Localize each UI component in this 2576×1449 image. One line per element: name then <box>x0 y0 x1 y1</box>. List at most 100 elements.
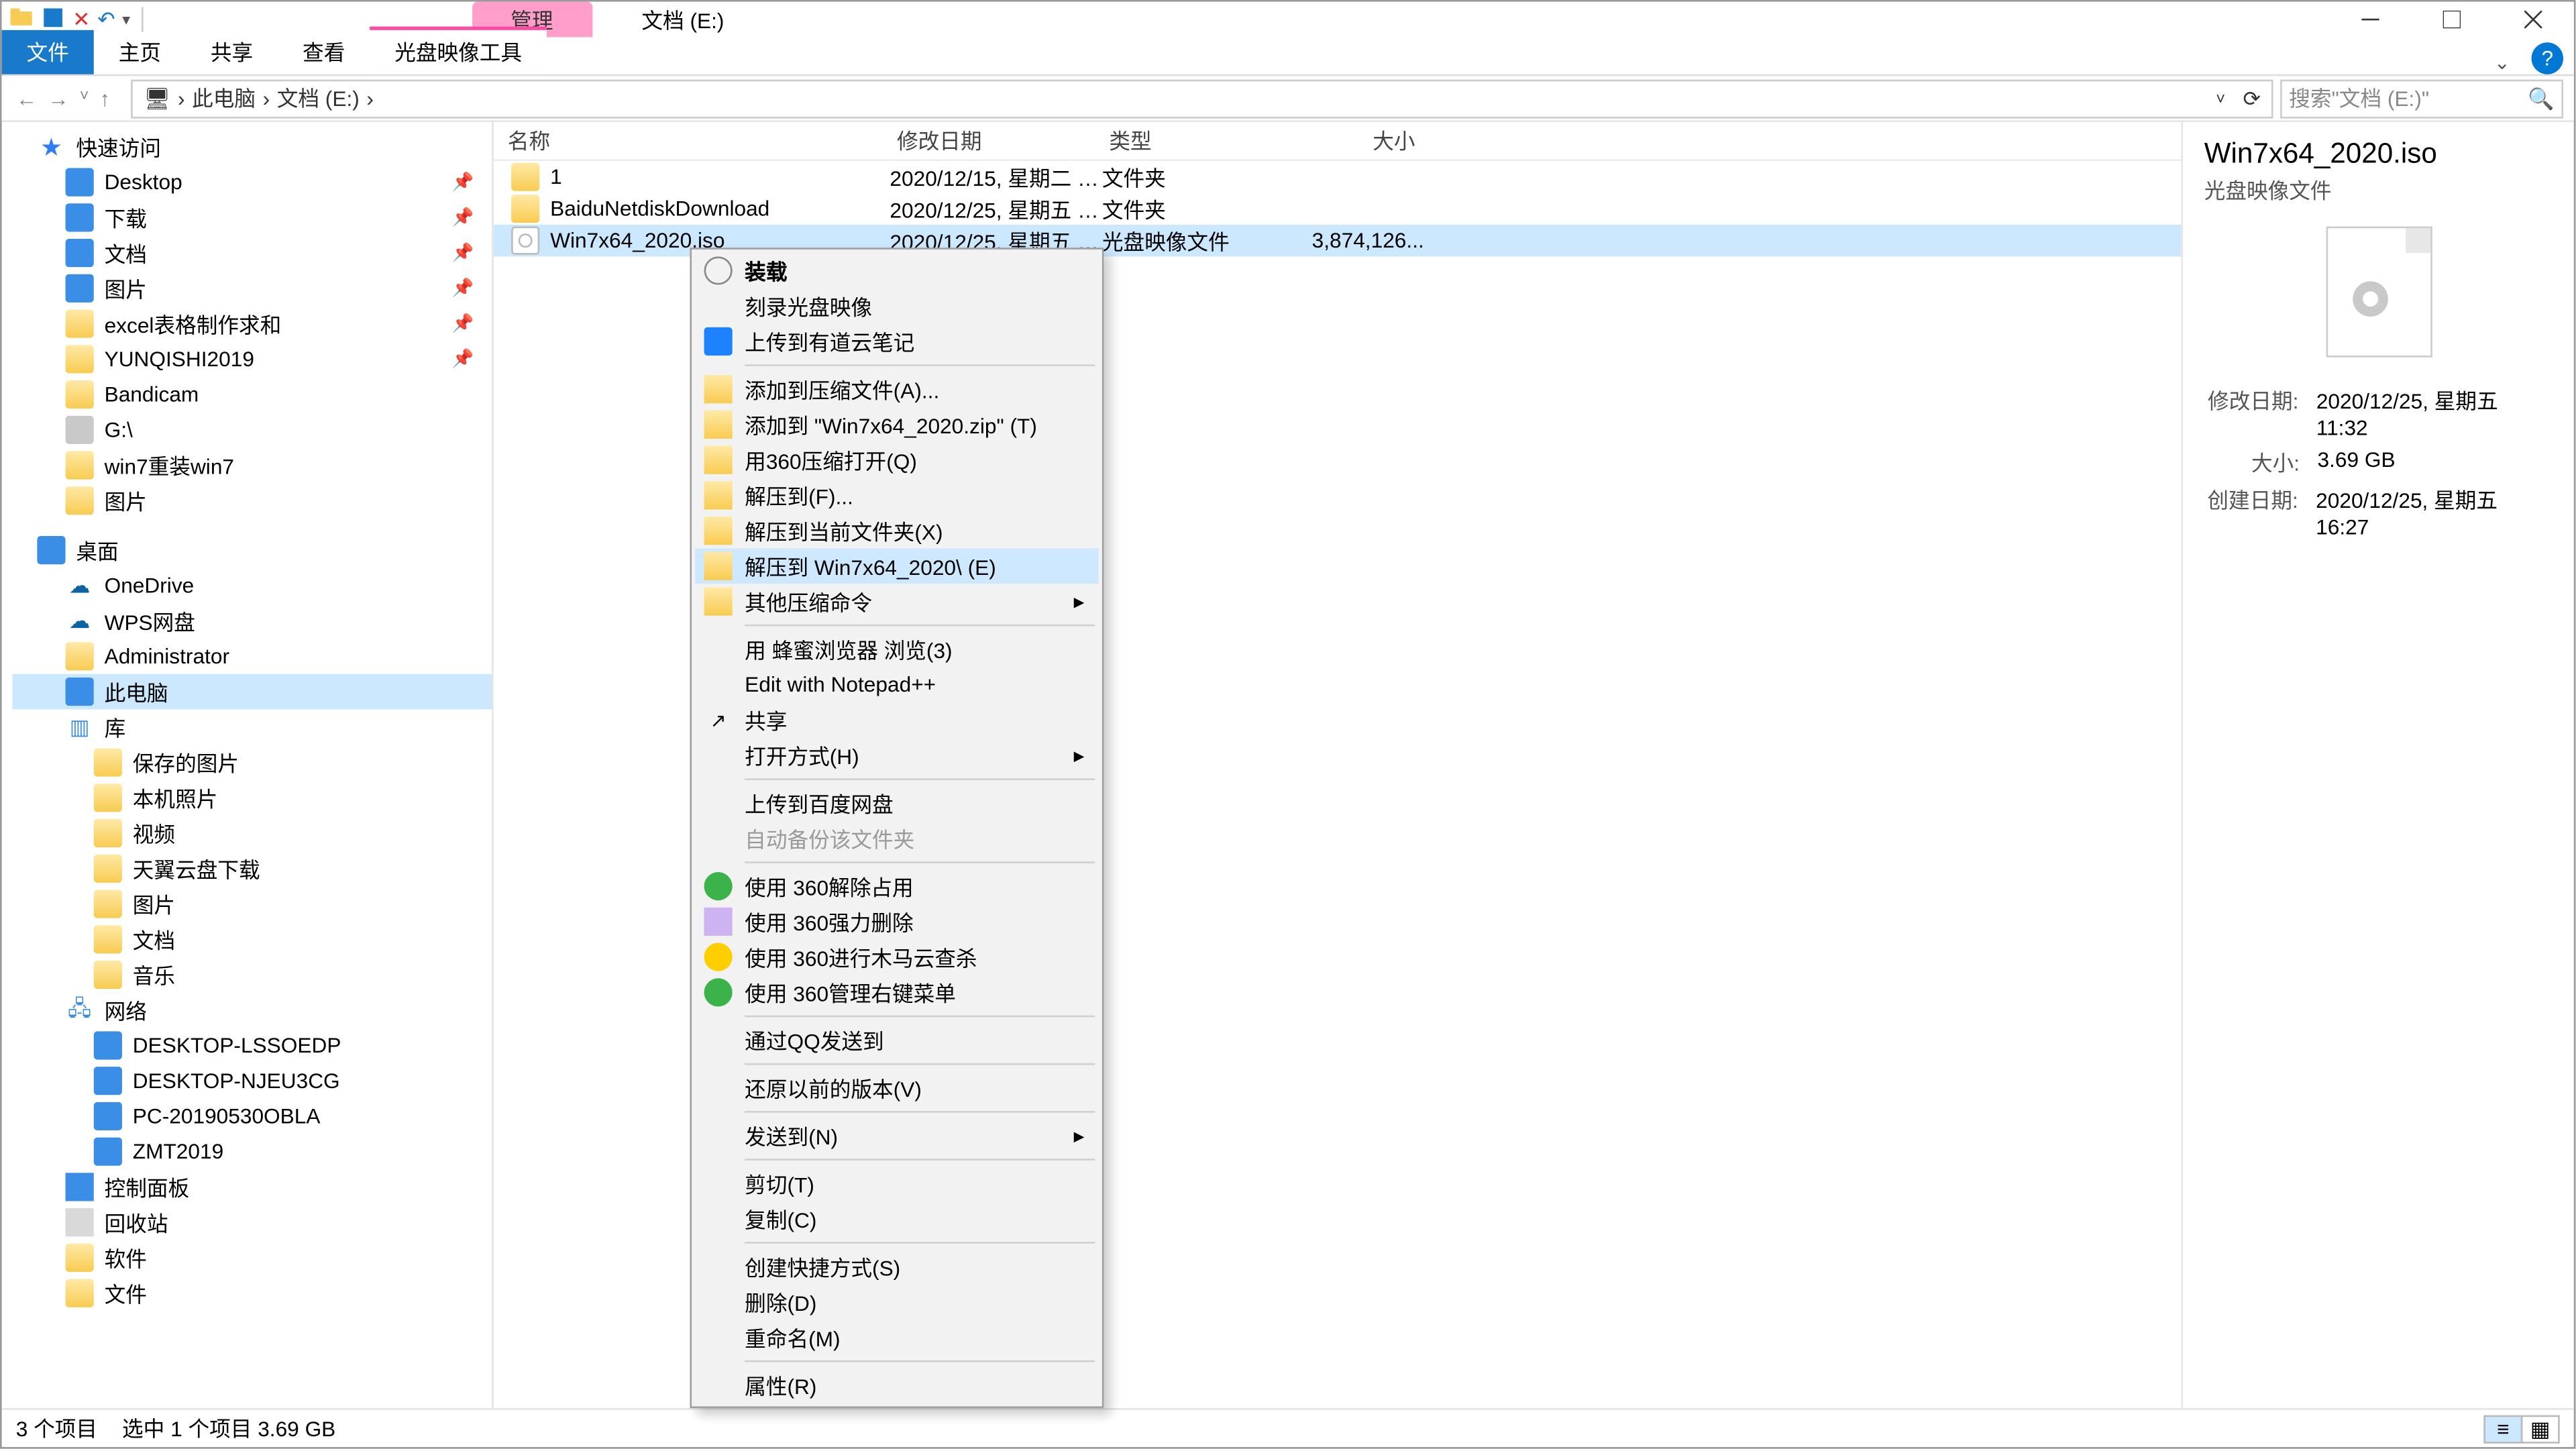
maximize-button[interactable] <box>2411 2 2492 38</box>
col-date[interactable]: 修改日期 <box>883 125 1095 156</box>
col-size[interactable]: 大小 <box>1272 125 1431 156</box>
tree-yunqishi[interactable]: YUNQISHI2019 <box>12 341 492 377</box>
tree-tianyi[interactable]: 天翼云盘下载 <box>12 851 492 886</box>
context-menu-item[interactable]: 解压到(F)... <box>695 478 1098 513</box>
tree-pics[interactable]: 图片 <box>12 270 492 306</box>
column-headers[interactable]: 名称 修改日期 类型 大小 <box>494 122 2182 161</box>
col-name[interactable]: 名称 <box>494 125 883 156</box>
context-menu-item[interactable]: 刻录光盘映像 <box>695 288 1098 324</box>
tree-soft[interactable]: 软件 <box>12 1240 492 1276</box>
context-menu-item[interactable]: 重命名(M) <box>695 1320 1098 1355</box>
cloud-icon: ☁ <box>66 572 94 600</box>
user-icon <box>66 642 94 670</box>
tree-quick-access[interactable]: ★快速访问 <box>12 129 492 165</box>
crumb-dropdown-icon[interactable]: ˅ <box>2216 89 2225 107</box>
nav-back-icon[interactable]: ← <box>16 86 38 111</box>
tree-doc2[interactable]: 文档 <box>12 922 492 957</box>
tree-network[interactable]: 🖧网络 <box>12 992 492 1028</box>
tree-pic2[interactable]: 图片 <box>12 886 492 922</box>
qat-dropdown-icon[interactable]: ▾ <box>122 10 130 30</box>
nav-forward-icon[interactable]: → <box>48 86 69 111</box>
context-menu-item[interactable]: 添加到压缩文件(A)... <box>695 372 1098 407</box>
tree-savedpic[interactable]: 保存的图片 <box>12 745 492 780</box>
context-menu-item[interactable]: 属性(R) <box>695 1367 1098 1403</box>
tree-music[interactable]: 音乐 <box>12 957 492 993</box>
context-menu-item[interactable]: 上传到有道云笔记 <box>695 324 1098 360</box>
context-menu-item[interactable]: 删除(D) <box>695 1284 1098 1320</box>
nav-recent-icon[interactable]: ˅ <box>80 86 89 111</box>
context-menu-item[interactable]: 添加到 "Win7x64_2020.zip" (T) <box>695 407 1098 443</box>
search-input[interactable]: 搜索"文档 (E:)" 🔍 <box>2280 78 2563 117</box>
nav-up-icon[interactable]: ↑ <box>99 86 110 111</box>
tree-wps[interactable]: ☁WPS网盘 <box>12 603 492 639</box>
tree-recycle[interactable]: 回收站 <box>12 1205 492 1240</box>
qat-delete-icon[interactable]: ✕ <box>72 7 91 32</box>
context-menu-item[interactable]: 剪切(T) <box>695 1166 1098 1201</box>
ribbon-share[interactable]: 共享 <box>186 30 278 74</box>
ribbon: 文件 主页 共享 查看 光盘映像工具 ⌄ ? <box>2 37 2574 76</box>
tree-thispc[interactable]: 此电脑 <box>12 674 492 710</box>
context-menu-item[interactable]: 打开方式(H)▸ <box>695 738 1098 773</box>
context-menu-item[interactable]: 装载 <box>695 253 1098 288</box>
tree-downloads[interactable]: 下载 <box>12 200 492 235</box>
folder-icon <box>66 274 94 303</box>
tree-docs[interactable]: 文档 <box>12 235 492 271</box>
ribbon-disc-tools[interactable]: 光盘映像工具 <box>370 27 547 74</box>
context-menu-item[interactable]: 使用 360强力删除 <box>695 904 1098 940</box>
tree-desktop[interactable]: Desktop <box>12 164 492 200</box>
context-menu-item[interactable]: 复制(C) <box>695 1201 1098 1237</box>
crumb-pc[interactable]: 此电脑 <box>192 83 256 113</box>
context-menu-item[interactable]: 共享 <box>695 702 1098 738</box>
tree-lib[interactable]: ▥库 <box>12 709 492 745</box>
ribbon-home[interactable]: 主页 <box>94 30 186 74</box>
nav-pane[interactable]: ★快速访问 Desktop 下载 文档 图片 excel表格制作求和 YUNQI… <box>2 122 494 1408</box>
tree-n3[interactable]: PC-20190530OBLA <box>12 1099 492 1134</box>
preview-title: Win7x64_2020.iso <box>2204 140 2553 171</box>
context-menu-item[interactable]: 其他压缩命令▸ <box>695 584 1098 619</box>
tree-excel[interactable]: excel表格制作求和 <box>12 306 492 341</box>
refresh-icon[interactable]: ⟳ <box>2243 86 2261 111</box>
close-button[interactable] <box>2493 2 2574 38</box>
context-menu-item[interactable]: 上传到百度网盘 <box>695 786 1098 821</box>
ribbon-view[interactable]: 查看 <box>278 30 370 74</box>
context-menu-item[interactable]: 用360压缩打开(Q) <box>695 442 1098 478</box>
tree-tupian[interactable]: 图片 <box>12 483 492 519</box>
tree-admin[interactable]: Administrator <box>12 639 492 674</box>
view-large-icon[interactable]: ▦ <box>2521 1414 2560 1442</box>
tree-onedrive[interactable]: ☁OneDrive <box>12 568 492 603</box>
tree-localpic[interactable]: 本机照片 <box>12 780 492 816</box>
context-menu-item[interactable]: 通过QQ发送到 <box>695 1022 1098 1058</box>
tree-n2[interactable]: DESKTOP-NJEU3CG <box>12 1063 492 1099</box>
tree-g[interactable]: G:\ <box>12 412 492 447</box>
file-row[interactable]: 1 2020/12/15, 星期二 1... 文件夹 <box>494 161 2182 193</box>
search-icon[interactable]: 🔍 <box>2528 86 2554 111</box>
col-type[interactable]: 类型 <box>1095 125 1272 156</box>
tree-files[interactable]: 文件 <box>12 1275 492 1311</box>
context-menu-item[interactable]: 使用 360解除占用 <box>695 869 1098 904</box>
file-row[interactable]: BaiduNetdiskDownload 2020/12/25, 星期五 1..… <box>494 193 2182 224</box>
context-menu-item[interactable]: 还原以前的版本(V) <box>695 1070 1098 1106</box>
minimize-button[interactable] <box>2330 2 2411 38</box>
tree-control[interactable]: 控制面板 <box>12 1169 492 1205</box>
breadcrumb[interactable]: 🖥 › 此电脑 › 文档 (E:) › ˅ ⟳ <box>131 78 2273 117</box>
context-menu-item[interactable]: 解压到当前文件夹(X) <box>695 513 1098 549</box>
tree-desktop-root[interactable]: 桌面 <box>12 533 492 568</box>
view-details-icon[interactable]: ≡ <box>2483 1414 2522 1442</box>
context-menu-item[interactable]: 使用 360管理右键菜单 <box>695 975 1098 1010</box>
qat-undo-icon[interactable]: ↶ <box>97 7 115 32</box>
tree-bandicam[interactable]: Bandicam <box>12 377 492 413</box>
tree-win7[interactable]: win7重装win7 <box>12 447 492 483</box>
context-menu-item[interactable]: 使用 360进行木马云查杀 <box>695 939 1098 975</box>
ribbon-file[interactable]: 文件 <box>2 30 94 74</box>
tree-n1[interactable]: DESKTOP-LSSOEDP <box>12 1028 492 1063</box>
context-menu-item[interactable]: 发送到(N)▸ <box>695 1118 1098 1154</box>
ribbon-expand-icon[interactable]: ⌄ <box>2483 51 2521 74</box>
tree-n4[interactable]: ZMT2019 <box>12 1134 492 1169</box>
help-icon[interactable]: ? <box>2532 42 2563 74</box>
tree-video[interactable]: 视频 <box>12 816 492 851</box>
context-menu-item[interactable]: 解压到 Win7x64_2020\ (E) <box>695 548 1098 584</box>
context-menu-item[interactable]: 创建快捷方式(S) <box>695 1249 1098 1285</box>
crumb-loc[interactable]: 文档 (E:) <box>277 83 360 113</box>
context-menu-item[interactable]: Edit with Notepad++ <box>695 667 1098 702</box>
context-menu-item[interactable]: 用 蜂蜜浏览器 浏览(3) <box>695 631 1098 667</box>
